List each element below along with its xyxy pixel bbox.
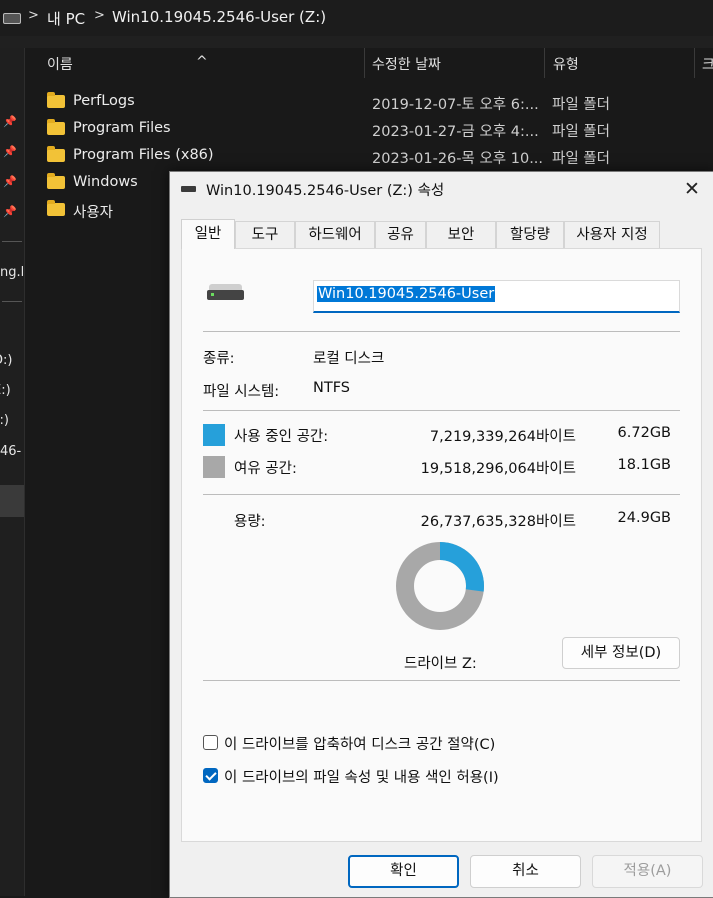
used-space-swatch bbox=[203, 424, 225, 446]
item-name: Program Files (x86) bbox=[73, 147, 214, 163]
nav-divider bbox=[2, 241, 22, 242]
column-header-size[interactable]: 크 bbox=[702, 54, 713, 74]
general-tab-panel: Win10.19045.2546-User 종류: 로컬 디스크 파일 시스템:… bbox=[181, 248, 702, 842]
close-button[interactable]: ✕ bbox=[677, 176, 707, 202]
dialog-title: Win10.19045.2546-User (Z:) 속성 bbox=[206, 183, 445, 199]
list-item[interactable]: Program Files 2023-01-27-금 오후 4:... 파일 폴… bbox=[25, 116, 713, 143]
breadcrumb-this-pc[interactable]: 내 PC bbox=[47, 8, 85, 29]
tab-customize[interactable]: 사용자 지정 bbox=[564, 221, 660, 248]
column-header-modified[interactable]: 수정한 날짜 bbox=[372, 54, 441, 74]
nav-selected-item[interactable] bbox=[0, 485, 24, 517]
folder-icon bbox=[47, 119, 65, 135]
tab-security[interactable]: 보안 bbox=[426, 221, 496, 248]
drive-icon bbox=[3, 13, 21, 24]
nav-item-fragment[interactable]: ng.l bbox=[0, 265, 24, 280]
list-item[interactable]: Program Files (x86) 2023-01-26-목 오후 10..… bbox=[25, 143, 713, 170]
type-label: 종류: bbox=[203, 351, 235, 367]
compress-checkbox[interactable] bbox=[203, 735, 218, 750]
used-space-gb: 6.72GB bbox=[617, 425, 671, 441]
folder-icon bbox=[47, 200, 65, 216]
tab-quota[interactable]: 할당량 bbox=[496, 221, 564, 248]
item-modified: 2023-01-26-목 오후 10... bbox=[372, 151, 544, 167]
pin-icon: 📌 bbox=[3, 145, 17, 158]
folder-icon bbox=[47, 92, 65, 108]
capacity-bytes: 26,737,635,328바이트 bbox=[420, 514, 576, 530]
index-checkbox[interactable] bbox=[203, 768, 218, 783]
item-name: Windows bbox=[73, 174, 138, 190]
nav-item-fragment[interactable]: F:) bbox=[0, 413, 9, 428]
tab-general[interactable]: 일반 bbox=[181, 219, 235, 249]
item-modified: 2023-01-27-금 오후 4:... bbox=[372, 124, 539, 140]
capacity-gb: 24.9GB bbox=[617, 510, 671, 526]
navigation-pane[interactable]: 📌 📌 📌 📌 ng.l D:) E:) F:) 46- bbox=[0, 48, 25, 896]
folder-icon bbox=[47, 146, 65, 162]
usage-donut-chart bbox=[396, 542, 484, 630]
item-type: 파일 폴더 bbox=[552, 124, 610, 140]
used-space-bytes: 7,219,339,264바이트 bbox=[429, 429, 576, 445]
free-space-bytes: 19,518,296,064바이트 bbox=[420, 461, 576, 477]
volume-name-input[interactable]: Win10.19045.2546-User bbox=[313, 280, 680, 313]
type-value: 로컬 디스크 bbox=[313, 351, 385, 367]
pin-icon: 📌 bbox=[3, 115, 17, 128]
drive-letter-label: 드라이브 Z: bbox=[404, 656, 477, 672]
column-header-row: ^ 이름 수정한 날짜 유형 크 bbox=[25, 48, 713, 78]
details-button[interactable]: 세부 정보(D) bbox=[562, 637, 680, 669]
list-item[interactable]: PerfLogs 2019-12-07-토 오후 6:... 파일 폴더 bbox=[25, 89, 713, 116]
filesystem-label: 파일 시스템: bbox=[203, 384, 280, 400]
drive-icon bbox=[207, 284, 244, 301]
item-name: PerfLogs bbox=[73, 93, 135, 109]
nav-item-fragment[interactable]: 46- bbox=[0, 444, 21, 459]
divider bbox=[203, 410, 680, 411]
compress-label[interactable]: 이 드라이브를 압축하여 디스크 공간 절약(C) bbox=[224, 733, 495, 754]
divider bbox=[203, 680, 680, 681]
free-space-gb: 18.1GB bbox=[617, 457, 671, 473]
tab-tools[interactable]: 도구 bbox=[235, 221, 295, 248]
item-type: 파일 폴더 bbox=[552, 151, 610, 167]
free-space-swatch bbox=[203, 456, 225, 478]
breadcrumb-drive[interactable]: Win10.19045.2546-User (Z:) bbox=[112, 8, 326, 26]
pin-icon: 📌 bbox=[3, 205, 17, 218]
item-type: 파일 폴더 bbox=[552, 97, 610, 113]
sort-caret-icon: ^ bbox=[196, 54, 208, 70]
nav-item-fragment[interactable]: D:) bbox=[0, 353, 12, 368]
column-header-name[interactable]: 이름 bbox=[47, 54, 73, 74]
ok-button[interactable]: 확인 bbox=[348, 855, 459, 888]
nav-divider bbox=[2, 301, 22, 302]
free-space-label: 여유 공간: bbox=[234, 461, 297, 477]
nav-item-fragment[interactable]: E:) bbox=[0, 383, 11, 398]
volume-name-text: Win10.19045.2546-User bbox=[317, 286, 496, 302]
column-divider[interactable] bbox=[364, 48, 365, 78]
divider bbox=[203, 331, 680, 332]
index-label[interactable]: 이 드라이브의 파일 속성 및 내용 색인 허용(I) bbox=[224, 766, 499, 787]
pin-icon: 📌 bbox=[3, 175, 17, 188]
cancel-button[interactable]: 취소 bbox=[470, 855, 581, 888]
folder-icon bbox=[47, 173, 65, 189]
used-space-label: 사용 중인 공간: bbox=[234, 429, 329, 445]
tab-hardware[interactable]: 하드웨어 bbox=[295, 221, 375, 248]
drive-icon bbox=[181, 186, 196, 192]
column-divider[interactable] bbox=[694, 48, 695, 78]
dialog-titlebar[interactable]: Win10.19045.2546-User (Z:) 속성 ✕ bbox=[170, 172, 713, 205]
properties-dialog: Win10.19045.2546-User (Z:) 속성 ✕ 일반 도구 하드… bbox=[169, 171, 713, 898]
column-divider[interactable] bbox=[544, 48, 545, 78]
item-name: Program Files bbox=[73, 120, 171, 136]
chevron-right-icon: > bbox=[94, 8, 105, 23]
filesystem-value: NTFS bbox=[313, 380, 350, 396]
tab-sharing[interactable]: 공유 bbox=[375, 221, 426, 248]
item-name: 사용자 bbox=[73, 205, 114, 221]
column-header-type[interactable]: 유형 bbox=[553, 54, 579, 74]
divider bbox=[203, 494, 680, 495]
item-modified: 2019-12-07-토 오후 6:... bbox=[372, 97, 539, 113]
chevron-right-icon: > bbox=[28, 8, 39, 23]
capacity-label: 용량: bbox=[234, 514, 266, 530]
apply-button[interactable]: 적용(A) bbox=[592, 855, 703, 888]
address-bar[interactable]: > 내 PC > Win10.19045.2546-User (Z:) bbox=[0, 0, 713, 36]
